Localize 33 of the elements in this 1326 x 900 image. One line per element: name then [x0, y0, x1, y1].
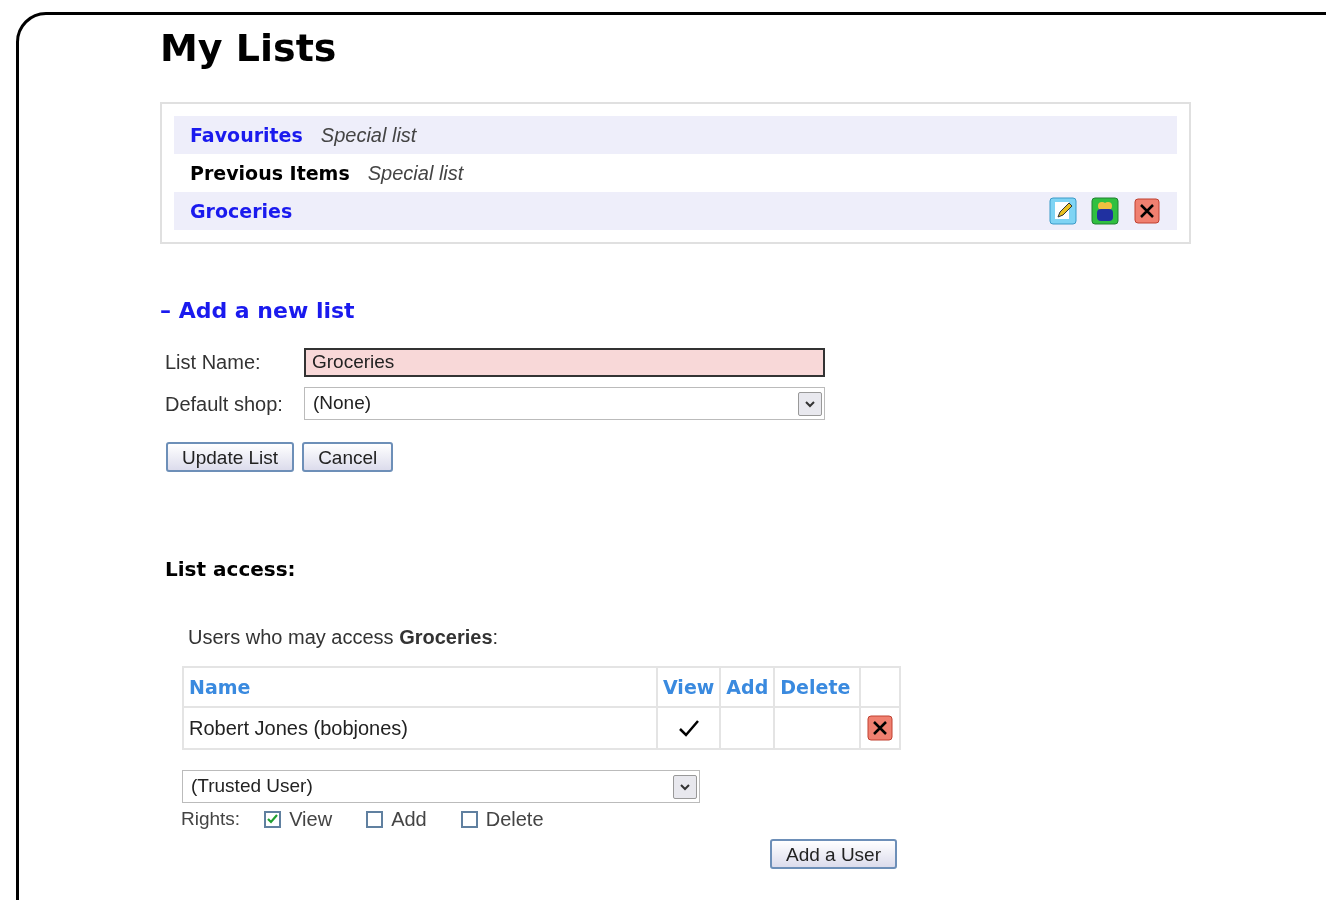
list-type: Special list [367, 161, 464, 186]
page-title: My Lists [160, 25, 338, 72]
people-icon[interactable] [1091, 197, 1119, 225]
cancel-button[interactable]: Cancel [302, 442, 394, 472]
edit-icon[interactable] [1049, 197, 1077, 225]
checkbox-label: Add [391, 807, 427, 832]
update-button[interactable]: Update List [166, 442, 295, 472]
list-name: Previous Items [190, 160, 350, 186]
add-user-button[interactable]: Add a User [769, 839, 897, 869]
list-link[interactable]: Favourites [190, 120, 303, 150]
column-header: Name [183, 667, 657, 707]
section-heading: List access: [165, 556, 297, 583]
field-label: List Name: [165, 350, 262, 375]
table-cell: Robert Jones (bobjones) [183, 707, 657, 749]
dropdown[interactable]: (None) [304, 387, 825, 420]
checkbox[interactable] [366, 810, 384, 828]
column-header: Delete [774, 667, 861, 707]
checkbox-label: View [289, 807, 333, 832]
checkbox[interactable] [460, 810, 478, 828]
add-list-toggle[interactable]: – Add a new list [160, 294, 355, 327]
column-header: Add [720, 667, 775, 707]
column-header: View [657, 667, 721, 707]
text-field[interactable]: Groceries [304, 347, 825, 377]
dropdown[interactable]: (Trusted User) [182, 770, 700, 803]
checkbox-label: Delete [485, 807, 544, 832]
delete-icon[interactable] [1133, 197, 1161, 225]
access-description: Users who may access Groceries: [188, 625, 500, 650]
list-type: Special list [320, 123, 417, 148]
remove-user-icon[interactable] [867, 715, 894, 741]
field-label: Default shop: [165, 391, 284, 417]
list-link[interactable]: Groceries [190, 196, 293, 226]
rights-label: Rights: [181, 806, 241, 831]
checkbox[interactable] [264, 810, 282, 828]
